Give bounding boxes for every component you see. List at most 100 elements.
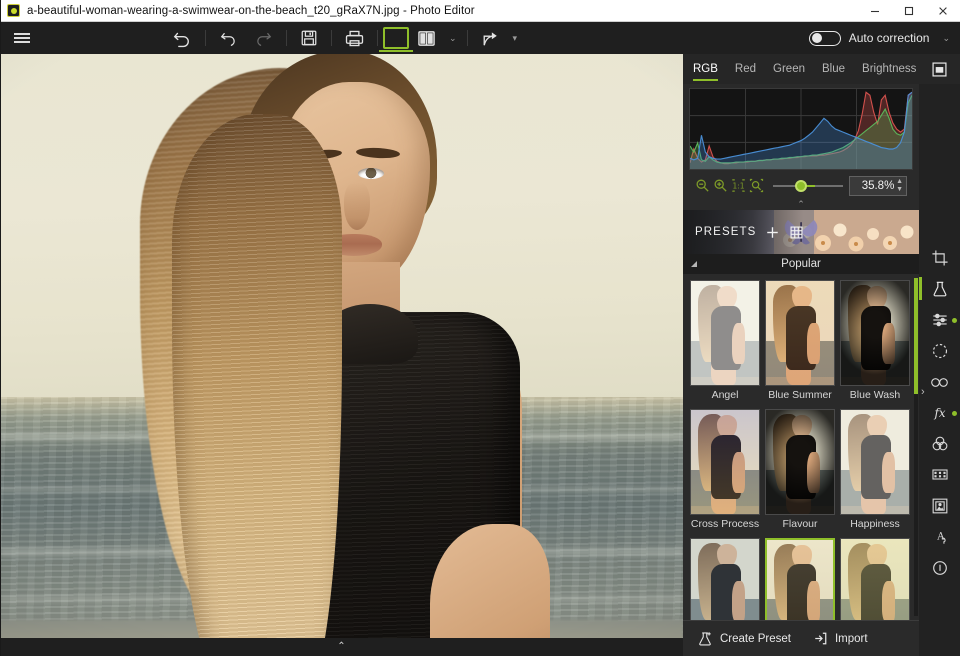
split-view-button[interactable] <box>409 22 444 54</box>
redo-icon[interactable] <box>246 22 281 54</box>
minimize-button[interactable] <box>858 0 892 22</box>
svg-text:fx: fx <box>933 406 945 420</box>
title-bar: a-beautiful-woman-wearing-a-swimwear-on-… <box>0 0 960 22</box>
presets-scrollbar-thumb[interactable] <box>914 278 918 394</box>
zoom-stepper-up-icon[interactable]: ▲ <box>896 178 903 186</box>
zoom-value: 35.8% <box>862 180 895 192</box>
preset-item[interactable]: Instant <box>765 538 835 620</box>
effects-badge <box>952 411 957 416</box>
text-tool-icon[interactable]: A <box>919 521 960 552</box>
adjustments-tool-icon[interactable] <box>919 304 960 335</box>
workspace: ⌃ RGB Red Green Blue Brightness <box>0 54 960 656</box>
category-collapse-icon[interactable] <box>691 261 697 267</box>
grid-view-icon[interactable] <box>789 225 804 240</box>
auto-correction-chevron-down-icon[interactable]: ⌄ <box>942 33 950 44</box>
presets-scroll-area[interactable]: AngelBlue Summer Blue Wash Cross Process Fl… <box>683 274 919 620</box>
frame-tool-icon[interactable] <box>919 490 960 521</box>
add-preset-icon[interactable] <box>765 225 780 240</box>
main-toolbar: ⌄ ▾ Auto correction ⌄ <box>0 22 960 54</box>
flask-plus-icon <box>697 631 713 647</box>
preset-thumbnail[interactable] <box>840 280 910 386</box>
canvas-collapse-chevron-up-icon[interactable]: ⌃ <box>337 642 345 652</box>
tab-green[interactable]: Green <box>773 54 805 84</box>
panel-content: RGB Red Green Blue Brightness <box>683 54 919 656</box>
preset-item[interactable]: Angel <box>690 280 760 405</box>
fit-to-screen-icon[interactable] <box>749 178 764 193</box>
undo-all-icon[interactable] <box>164 22 200 54</box>
presets-tool-icon[interactable] <box>919 273 960 304</box>
svg-text:A: A <box>936 531 945 542</box>
edited-photo <box>0 54 683 656</box>
zoom-in-icon[interactable] <box>713 178 728 193</box>
preset-thumbnail[interactable] <box>690 280 760 386</box>
preset-thumbnail[interactable] <box>840 538 910 620</box>
histogram-chart <box>689 88 913 170</box>
canvas-bottom-bar: ⌃ <box>0 638 683 656</box>
right-panel: RGB Red Green Blue Brightness <box>683 54 960 656</box>
zoom-slider[interactable] <box>773 179 843 193</box>
svg-text:1:1: 1:1 <box>732 181 744 190</box>
preset-item[interactable]: Blue Summer <box>765 280 835 405</box>
histogram-channel-tabs: RGB Red Green Blue Brightness <box>683 54 919 84</box>
preset-thumbnail[interactable] <box>690 538 760 620</box>
info-tool-icon[interactable] <box>919 552 960 583</box>
tab-red[interactable]: Red <box>735 54 756 84</box>
preset-thumbnail[interactable] <box>690 409 760 515</box>
view-mode-chevron-down-icon[interactable]: ⌄ <box>449 33 457 44</box>
preset-category-row[interactable]: Popular <box>683 254 919 274</box>
save-icon[interactable] <box>292 22 326 54</box>
zoom-stepper[interactable]: ▲ ▼ <box>896 178 903 194</box>
create-preset-button[interactable]: Create Preset <box>697 631 791 647</box>
import-arrow-icon <box>813 631 828 646</box>
undo-icon[interactable] <box>211 22 246 54</box>
tab-brightness[interactable]: Brightness <box>862 54 916 84</box>
create-preset-label: Create Preset <box>720 633 791 645</box>
preset-thumbnail[interactable] <box>765 409 835 515</box>
presets-grid: AngelBlue Summer Blue Wash Cross Process Fl… <box>683 274 919 620</box>
preset-thumbnail[interactable] <box>765 538 835 620</box>
zoom-out-icon[interactable] <box>695 178 710 193</box>
auto-correction-toggle[interactable] <box>809 31 841 46</box>
print-icon[interactable] <box>337 22 372 54</box>
preset-item[interactable]: Nashville <box>840 538 910 620</box>
auto-correction-label: Auto correction <box>849 31 930 45</box>
preset-thumbnail[interactable] <box>765 280 835 386</box>
image-canvas[interactable]: ⌃ <box>0 54 683 656</box>
hamburger-menu-icon[interactable] <box>0 22 44 54</box>
preset-item[interactable]: Cross Process <box>690 409 760 534</box>
compact-panel-button[interactable] <box>919 54 960 84</box>
presets-actions-bar: Create Preset Import <box>683 620 919 656</box>
histogram-collapse-chevron-up-icon[interactable]: ⌃ <box>689 198 913 210</box>
actual-size-icon[interactable]: 1:1 <box>731 178 746 193</box>
histogram-section: 1:1 <box>683 84 919 210</box>
preset-item[interactable]: Flavour <box>765 409 835 534</box>
tab-blue[interactable]: Blue <box>822 54 845 84</box>
app-icon <box>7 4 20 17</box>
rail-expand-chevron-icon[interactable]: › <box>919 384 960 400</box>
preset-item[interactable]: Holiday <box>690 538 760 620</box>
preset-label: Cross Process <box>690 515 760 534</box>
color-mix-tool-icon[interactable] <box>919 428 960 459</box>
share-caret-icon[interactable]: ▾ <box>513 33 518 44</box>
tab-rgb[interactable]: RGB <box>693 54 718 84</box>
presets-header: PRESETS <box>683 210 919 254</box>
crop-tool-icon[interactable] <box>919 242 960 273</box>
preset-category-label: Popular <box>781 258 821 270</box>
preset-label: Happiness <box>840 515 910 534</box>
maximize-button[interactable] <box>892 0 926 22</box>
import-button[interactable]: Import <box>813 631 868 646</box>
selection-tool-icon[interactable] <box>919 335 960 366</box>
single-view-button[interactable] <box>383 27 409 49</box>
preset-thumbnail[interactable] <box>840 409 910 515</box>
share-icon[interactable] <box>473 22 508 54</box>
effects-tool-icon[interactable]: fx <box>919 397 960 428</box>
close-button[interactable] <box>926 0 960 22</box>
texture-tool-icon[interactable] <box>919 459 960 490</box>
zoom-value-field[interactable]: 35.8% ▲ ▼ <box>849 176 907 196</box>
zoom-stepper-down-icon[interactable]: ▼ <box>896 186 903 194</box>
preset-item[interactable]: Blue Wash <box>840 280 910 405</box>
preset-label: Flavour <box>765 515 835 534</box>
preset-item[interactable]: Happiness <box>840 409 910 534</box>
import-label: Import <box>835 633 868 645</box>
preset-label: Blue Wash <box>840 386 910 405</box>
